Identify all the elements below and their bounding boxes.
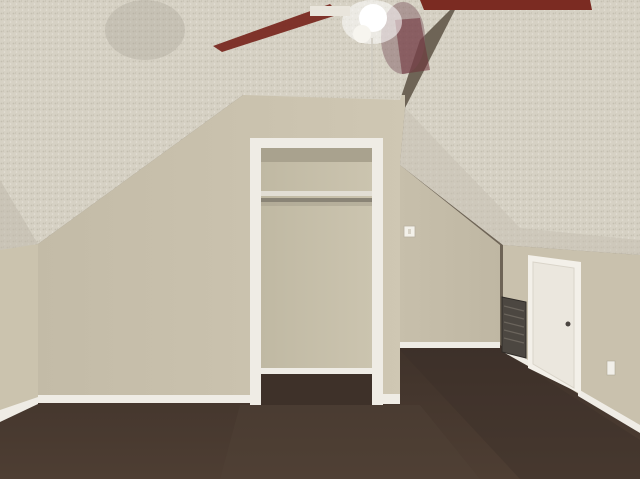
baseboard-front [38,395,252,403]
closet-rod [261,198,372,202]
wall-outlet [606,360,616,376]
room-illustration [0,0,640,479]
hvac-return-vent [501,296,527,359]
room-photo [0,0,640,479]
open-closet [250,138,383,405]
closet-shelf [261,191,372,196]
left-knee-wall [0,244,38,420]
baseboard-back [400,342,500,348]
fan-blade-right [420,0,592,10]
door-knob [565,321,571,327]
